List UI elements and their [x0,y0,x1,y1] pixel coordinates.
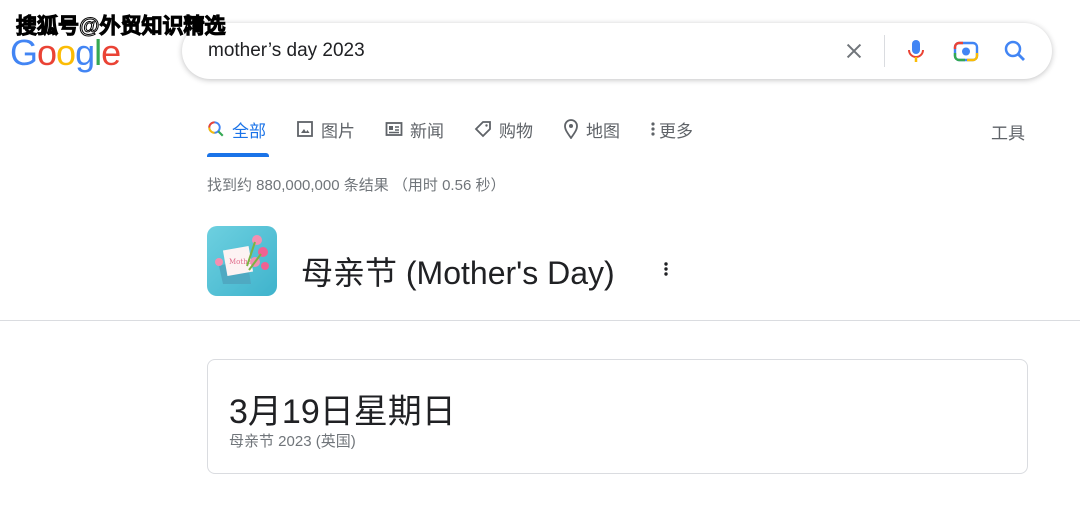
search-tabs: 全部 图片 新闻 购物 地图 更多 [207,117,723,141]
tab-images[interactable]: 图片 [296,117,355,141]
date-answer-card: 3月19日星期日 母亲节 2023 (英国) [207,359,1028,474]
tab-all[interactable]: 全部 [207,117,266,141]
entity-thumbnail[interactable]: Mother [207,226,277,296]
image-icon [296,120,314,138]
more-options-icon[interactable] [662,260,670,283]
tab-news[interactable]: 新闻 [385,117,444,141]
mic-icon[interactable] [902,37,930,65]
search-icon [207,120,225,138]
answer-subtitle: 母亲节 2023 (英国) [229,433,356,450]
tag-icon [474,120,492,138]
tab-label: 购物 [499,121,533,141]
tab-label: 更多 [659,121,693,141]
search-icon[interactable] [1001,37,1029,65]
active-tab-indicator [207,153,269,157]
search-input[interactable]: mother’s day 2023 [208,40,365,62]
result-stats: 找到约 880,000,000 条结果 （用时 0.56 秒） [207,177,506,194]
divider [884,35,885,67]
section-divider [0,320,1080,321]
tab-more[interactable]: 更多 [650,117,693,141]
pin-icon [563,119,579,139]
answer-date: 3月19日星期日 [229,393,456,431]
entity-title: 母亲节 (Mother's Day) [301,255,615,291]
search-box[interactable]: mother’s day 2023 [182,23,1052,79]
more-vert-icon [650,120,656,138]
tab-maps[interactable]: 地图 [563,117,620,141]
tab-label: 全部 [232,121,266,141]
tab-label: 图片 [321,121,355,141]
tab-label: 新闻 [410,121,444,141]
camera-icon[interactable] [952,37,980,65]
close-icon[interactable] [840,37,868,65]
tab-label: 地图 [586,121,620,141]
news-icon [385,120,403,138]
tab-shopping[interactable]: 购物 [474,117,533,141]
watermark: 搜狐号@外贸知识精选 [15,15,226,39]
tools-button[interactable]: 工具 [991,119,1025,144]
